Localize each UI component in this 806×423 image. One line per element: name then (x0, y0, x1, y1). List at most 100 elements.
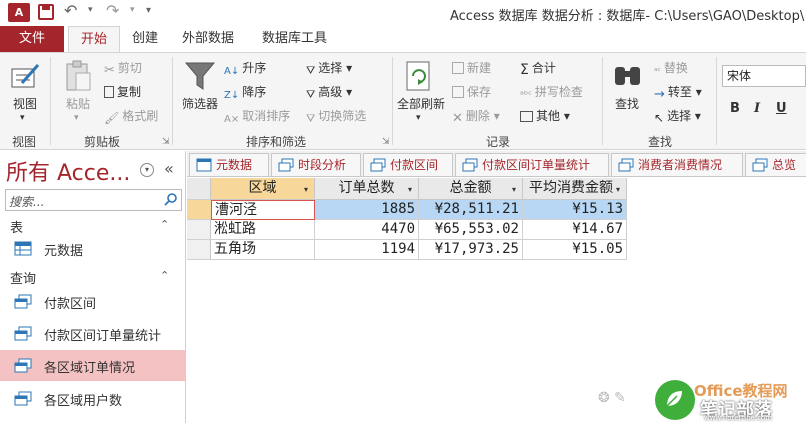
sort-descending-button[interactable]: Z↓ 降序 (224, 83, 266, 104)
paste-dropdown-icon[interactable]: ▾ (74, 113, 79, 123)
table-cell[interactable]: 五角场 (211, 240, 315, 260)
select-all-corner[interactable] (187, 178, 211, 200)
underline-button[interactable]: U (776, 101, 787, 116)
paste-button[interactable]: 粘贴 (62, 95, 94, 112)
column-dropdown-icon[interactable]: ▾ (615, 179, 620, 199)
paste-icon[interactable] (64, 59, 92, 93)
totals-button[interactable]: Σ 合计 (520, 59, 556, 78)
replace-label: 替换 (663, 61, 688, 75)
doc-tab[interactable]: 元数据 (189, 153, 269, 176)
table-cell[interactable]: ¥28,511.21 (419, 200, 523, 220)
refresh-dropdown-icon[interactable]: ▾ (416, 113, 421, 123)
table-cell[interactable]: ¥17,973.25 (419, 240, 523, 260)
column-header-region[interactable]: 区域 ▾ (211, 178, 315, 200)
tab-home[interactable]: 开始 (68, 26, 120, 52)
italic-button[interactable]: I (754, 101, 760, 116)
clear-sort-button[interactable]: A⨯ 取消排序 (224, 107, 290, 128)
redo-icon[interactable]: ↷ (106, 1, 119, 20)
toggle-filter-button[interactable]: ⛛ 切换筛选 (306, 107, 366, 126)
advanced-filter-button[interactable]: ⛛ 高级 ▾ (306, 83, 352, 102)
binoculars-icon[interactable] (612, 61, 644, 91)
save-icon[interactable] (38, 4, 54, 20)
tab-file[interactable]: 文件 (0, 26, 64, 52)
nav-item-query[interactable]: 各区域用户数 (0, 383, 185, 414)
table-cell[interactable]: ¥14.67 (523, 220, 627, 240)
view-button[interactable]: 视图 (8, 95, 42, 112)
sort-ascending-button[interactable]: A↓ 升序 (224, 59, 266, 80)
doc-tab[interactable]: 付款区间订单量统计 (455, 153, 609, 176)
find-button[interactable]: 查找 (610, 95, 644, 112)
tab-database-tools[interactable]: 数据库工具 (262, 26, 327, 52)
search-icon[interactable] (164, 192, 178, 206)
column-header-orders[interactable]: 订单总数 ▾ (315, 178, 419, 200)
tab-external-data[interactable]: 外部数据 (182, 26, 234, 52)
nav-item-table[interactable]: 元数据 (0, 233, 185, 264)
replace-button[interactable]: ᵃᶜ 替换 (654, 59, 688, 81)
nav-pane-title[interactable]: 所有 Acce... (6, 155, 130, 187)
nav-item-query-selected[interactable]: 各区域订单情况 (0, 350, 185, 381)
save-record-button[interactable]: 保存 (452, 83, 491, 100)
query-icon (752, 158, 768, 172)
sort-filter-launcher-icon[interactable]: ⇲ (382, 137, 390, 147)
nav-collapse-icon[interactable]: « (164, 159, 174, 178)
table-cell[interactable]: 淞虹路 (211, 220, 315, 240)
column-dropdown-icon[interactable]: ▾ (408, 179, 412, 200)
nav-item-query[interactable]: 付款区间订单量统计 (0, 318, 185, 349)
access-app-icon[interactable]: A (8, 3, 30, 22)
filter-button[interactable]: 筛选器 (176, 95, 224, 112)
undo-dropdown-icon[interactable]: ▾ (88, 5, 93, 15)
goto-button[interactable]: → 转至 ▾ (654, 83, 702, 102)
nav-item-label: 付款区间 (44, 297, 97, 312)
table-cell[interactable]: ¥15.13 (523, 200, 627, 220)
refresh-all-icon[interactable] (404, 59, 434, 93)
nav-item-label: 付款区间订单量统计 (44, 329, 162, 344)
column-header-amount[interactable]: 总金额 ▾ (419, 178, 523, 200)
copy-button[interactable]: 复制 (104, 83, 141, 100)
nav-menu-dropdown-icon[interactable]: ▾ (140, 163, 154, 177)
column-dropdown-icon[interactable]: ▾ (512, 179, 516, 200)
leaf-icon (666, 391, 682, 407)
view-dropdown-icon[interactable]: ▾ (20, 113, 25, 123)
spelling-button[interactable]: ᵃᵇᶜ 拼写检查 (520, 83, 583, 104)
doc-tab[interactable]: 付款区间 (363, 153, 453, 176)
nav-section-queries[interactable]: 查询 (10, 268, 36, 287)
more-records-button[interactable]: 其他 ▾ (520, 107, 570, 124)
new-record-label: 新建 (467, 61, 492, 75)
section-collapse-icon[interactable]: ⌃ (160, 218, 169, 231)
nav-search-input[interactable]: 搜索... (5, 189, 182, 211)
refresh-all-button[interactable]: 全部刷新 (392, 95, 450, 112)
format-painter-button[interactable]: 🖌 格式刷 (104, 107, 158, 125)
column-header-avg[interactable]: 平均消费金额 ▾ (523, 178, 627, 200)
doc-tab[interactable]: 消费者消费情况 (611, 153, 743, 176)
column-dropdown-icon[interactable]: ▾ (304, 179, 308, 200)
doc-tab[interactable]: 时段分析 (271, 153, 361, 176)
select-button[interactable]: ↖ 选择 ▾ (654, 107, 701, 125)
font-name-combobox[interactable]: 宋体 (722, 65, 806, 87)
table-cell[interactable]: ¥65,553.02 (419, 220, 523, 240)
table-cell[interactable]: 1885 (315, 200, 419, 220)
replace-icon: ᵃᶜ (654, 67, 661, 77)
doc-tab[interactable]: 总览 (745, 153, 806, 176)
table-cell[interactable]: ¥15.05 (523, 240, 627, 260)
table-cell[interactable]: 4470 (315, 220, 419, 240)
redo-dropdown-icon[interactable]: ▾ (130, 5, 135, 15)
new-record-button[interactable]: 新建 (452, 59, 491, 76)
cut-button[interactable]: ✂ 剪切 (104, 59, 142, 78)
selection-filter-button[interactable]: ⛛ 选择 ▾ (306, 59, 352, 78)
tab-create[interactable]: 创建 (132, 26, 158, 52)
filter-icon[interactable] (184, 59, 216, 93)
record-selector[interactable] (187, 240, 211, 260)
undo-icon[interactable]: ↶ (64, 1, 77, 20)
bold-button[interactable]: B (730, 101, 740, 116)
nav-item-query[interactable]: 付款区间 (0, 286, 185, 317)
section-collapse-icon[interactable]: ⌃ (160, 269, 169, 282)
group-label-records: 记录 (486, 135, 511, 149)
customize-toolbar-icon[interactable]: ▾ (146, 5, 151, 16)
record-selector[interactable] (187, 220, 211, 240)
record-selector[interactable] (187, 200, 211, 220)
table-cell[interactable]: 漕河泾 (211, 200, 315, 220)
clipboard-launcher-icon[interactable]: ⇲ (162, 137, 170, 147)
view-icon[interactable] (10, 61, 40, 91)
table-cell[interactable]: 1194 (315, 240, 419, 260)
delete-record-button[interactable]: ✕ 删除 ▾ (452, 107, 500, 126)
